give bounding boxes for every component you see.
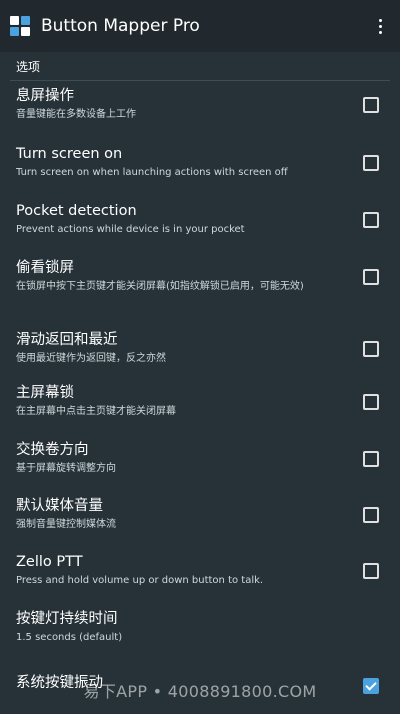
setting-title: Pocket detection [16,203,137,219]
more-vert-icon[interactable] [370,12,390,40]
setting-key-light-duration[interactable]: 按键灯持续时间 1.5 seconds (default) [0,610,400,674]
setting-subtitle: Prevent actions while device is in your … [16,224,245,235]
setting-screen-off-actions[interactable]: 息屏操作 音量键能在多数设备上工作 [0,87,400,145]
setting-subtitle: 音量键能在多数设备上工作 [16,109,136,120]
setting-title: 默认媒体音量 [16,498,103,514]
setting-title: 息屏操作 [16,88,74,104]
setting-title: 滑动返回和最近 [16,332,118,348]
watermark: 易下APP • 4008891800.COM [83,682,317,701]
app-grid-icon [10,16,30,36]
checkbox[interactable] [363,451,379,467]
setting-swap-volume-direction[interactable]: 交换卷方向 基于屏幕旋转调整方向 [0,441,400,497]
setting-subtitle: 使用最近键作为返回键，反之亦然 [16,353,166,364]
checkbox[interactable] [363,563,379,579]
checkbox[interactable] [363,212,379,228]
setting-title: 按键灯持续时间 [16,611,118,627]
setting-subtitle: 基于屏幕旋转调整方向 [16,463,116,474]
setting-subtitle: 1.5 seconds (default) [16,632,123,643]
setting-subtitle: 在主屏幕中点击主页键才能关闭屏幕 [16,406,176,417]
setting-swipe-back-recents[interactable]: 滑动返回和最近 使用最近键作为返回键，反之亦然 [0,331,400,384]
setting-pocket-detection[interactable]: Pocket detection Prevent actions while d… [0,202,400,259]
checkbox[interactable] [363,507,379,523]
setting-title: 偷看锁屏 [16,260,74,276]
setting-title: 交换卷方向 [16,442,89,458]
setting-title: Turn screen on [16,146,123,162]
setting-turn-screen-on[interactable]: Turn screen on Turn screen on when launc… [0,145,400,202]
setting-zello-ptt[interactable]: Zello PTT Press and hold volume up or do… [0,553,400,610]
setting-home-screen-lock[interactable]: 主屏幕锁 在主屏幕中点击主页键才能关闭屏幕 [0,384,400,441]
app-bar: Button Mapper Pro [0,0,400,52]
checkbox[interactable] [363,97,379,113]
setting-subtitle: Turn screen on when launching actions wi… [16,167,288,178]
checkbox[interactable] [363,341,379,357]
setting-title: Zello PTT [16,554,83,570]
section-header: 选项 [16,60,41,74]
checkbox[interactable] [363,269,379,285]
checkbox[interactable] [363,394,379,410]
checkbox[interactable] [363,155,379,171]
setting-peek-lock-screen[interactable]: 偷看锁屏 在锁屏中按下主页键才能关闭屏幕(如指纹解锁已启用，可能无效) [0,259,400,331]
setting-subtitle: 在锁屏中按下主页键才能关闭屏幕(如指纹解锁已启用，可能无效) [16,281,304,292]
app-title: Button Mapper Pro [41,16,200,36]
setting-title: 主屏幕锁 [16,385,74,401]
setting-default-media-volume[interactable]: 默认媒体音量 强制音量键控制媒体流 [0,497,400,553]
setting-subtitle: Press and hold volume up or down button … [16,575,264,586]
setting-subtitle: 强制音量键控制媒体流 [16,519,116,530]
settings-list: 息屏操作 音量键能在多数设备上工作 Turn screen on Turn sc… [0,81,400,714]
